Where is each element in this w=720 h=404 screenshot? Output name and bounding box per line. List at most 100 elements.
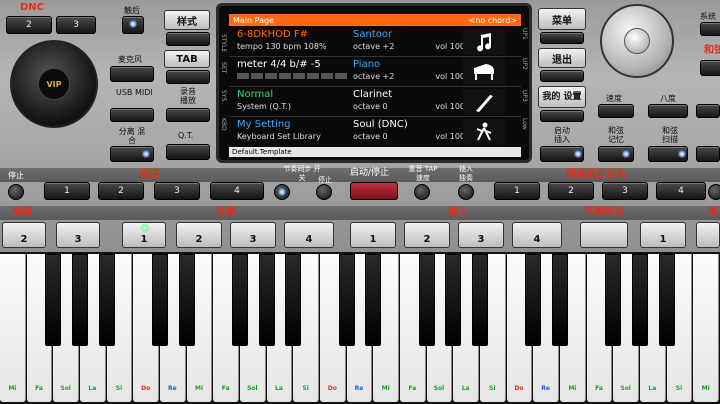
- style-button[interactable]: 样式: [164, 10, 210, 30]
- meter-text: meter 4/4 b/# -5: [237, 59, 321, 70]
- key-note-label: Sol: [60, 385, 71, 392]
- black-key[interactable]: [45, 254, 62, 346]
- my-setting-sub-button[interactable]: [540, 110, 584, 122]
- upper2-vol: vol 100: [435, 72, 465, 81]
- dnc-button-3[interactable]: 3: [56, 16, 96, 34]
- sync-stop-button[interactable]: [316, 184, 332, 200]
- black-key[interactable]: [632, 254, 648, 346]
- lcd-header: Main Page <no chord>: [229, 14, 521, 26]
- key-note-label: Fa: [35, 385, 43, 392]
- black-key[interactable]: [445, 254, 462, 346]
- black-key[interactable]: [258, 254, 275, 346]
- octave-button[interactable]: [648, 104, 688, 118]
- combo-button-4[interactable]: 4: [656, 182, 706, 200]
- combo-button-3[interactable]: 3: [602, 182, 648, 200]
- upper1-octave: octave +2: [353, 42, 395, 51]
- usb-midi-button[interactable]: [110, 108, 154, 122]
- black-key[interactable]: [72, 254, 88, 346]
- black-key[interactable]: [472, 254, 488, 346]
- split-indicator-light: [142, 150, 150, 158]
- intro-button-2[interactable]: 2: [2, 222, 46, 248]
- my-setting-button[interactable]: 我的 设置: [538, 86, 586, 108]
- key-note-label: Re: [541, 385, 550, 392]
- lcd-row-style[interactable]: 6-8DKHOD F# tempo 130 bpm 108% Santoor o…: [229, 27, 521, 57]
- white-key[interactable]: Mi: [693, 254, 719, 402]
- key-note-label: Do: [327, 385, 337, 392]
- stop-button[interactable]: [8, 184, 24, 200]
- black-key[interactable]: [338, 254, 355, 346]
- start-stop-button[interactable]: [350, 182, 398, 200]
- key-note-label: La: [275, 385, 283, 392]
- vip-dial[interactable]: VIP: [10, 40, 98, 128]
- black-key[interactable]: [365, 254, 382, 346]
- lcd-row-sys[interactable]: Normal System (Q.T.) Clarinet octave 0 v…: [229, 87, 521, 117]
- upper2-voice: Piano: [353, 59, 381, 70]
- exit-button[interactable]: 退出: [538, 48, 586, 68]
- black-key[interactable]: [152, 254, 168, 346]
- piano-keyboard[interactable]: Mi Fa Sol La Si Do Re Mi Fa Sol La Si Do Re Mi Fa Sol La S…: [0, 252, 720, 404]
- bass-button-1[interactable]: 1: [44, 182, 90, 200]
- break-button-blank[interactable]: [580, 222, 628, 248]
- lcd-row-kbd[interactable]: My Setting Keyboard Set Library Soul (DN…: [229, 117, 521, 147]
- record-play-label: 录音 播放: [180, 87, 196, 105]
- tab-sub-button[interactable]: [166, 70, 210, 84]
- fill-button[interactable]: [458, 184, 474, 200]
- lcd-row-set[interactable]: meter 4/4 b/# -5 Piano octave +2 vol 100: [229, 57, 521, 87]
- lcd-screen[interactable]: Main Page <no chord> STYLE SET SYS KBD U…: [216, 3, 532, 163]
- lcd-right-label-up2: UP2: [521, 58, 528, 70]
- insert-button-1[interactable]: 1: [350, 222, 396, 248]
- menu-button[interactable]: 菜单: [538, 8, 586, 30]
- black-key[interactable]: [285, 254, 302, 346]
- white-key[interactable]: Mi: [0, 254, 26, 402]
- black-key[interactable]: [605, 254, 622, 346]
- key-note-label: Mi: [8, 385, 17, 392]
- chord-scan-indicator-light: [678, 150, 686, 158]
- key-note-label: Sol: [620, 385, 631, 392]
- ending-button[interactable]: [696, 222, 720, 248]
- lcd-title: Main Page: [233, 15, 275, 25]
- black-key[interactable]: [232, 254, 248, 346]
- black-key[interactable]: [98, 254, 115, 346]
- chord-button[interactable]: [700, 60, 720, 76]
- insert-button-3[interactable]: 3: [458, 222, 504, 248]
- record-play-button[interactable]: [166, 108, 210, 122]
- chord-extra-button[interactable]: [696, 146, 720, 162]
- tab-button[interactable]: TAB: [164, 50, 210, 68]
- key-note-label: Mi: [568, 385, 577, 392]
- menu-sub-button[interactable]: [540, 32, 584, 44]
- break-button-1[interactable]: 1: [640, 222, 686, 248]
- variation-button-2[interactable]: 2: [176, 222, 222, 248]
- key-note-label: Fa: [408, 385, 417, 392]
- system-button[interactable]: [700, 22, 720, 36]
- combo-button-1[interactable]: 1: [494, 182, 540, 200]
- variation-button-3[interactable]: 3: [230, 222, 276, 248]
- bass-label: 铺底: [140, 169, 160, 180]
- mic-label: 麦克风: [118, 55, 142, 64]
- black-key[interactable]: [658, 254, 675, 346]
- aftertouch-indicator-light: [129, 20, 137, 28]
- bass-button-2[interactable]: 2: [98, 182, 144, 200]
- mic-button[interactable]: [110, 66, 154, 82]
- style-sub-button[interactable]: [166, 32, 210, 46]
- variation-button-4[interactable]: 4: [284, 222, 334, 248]
- keyboard-combo-label: 键盘组合音色: [566, 169, 626, 180]
- data-dial[interactable]: [600, 4, 674, 78]
- black-key[interactable]: [525, 254, 542, 346]
- black-key[interactable]: [552, 254, 568, 346]
- tap-button[interactable]: [414, 184, 430, 200]
- dnc-button-2[interactable]: 2: [6, 16, 52, 34]
- bass-button-3[interactable]: 3: [154, 182, 200, 200]
- black-key[interactable]: [418, 254, 435, 346]
- exit-sub-button[interactable]: [540, 70, 584, 82]
- insert-button-4[interactable]: 4: [512, 222, 562, 248]
- black-key[interactable]: [178, 254, 195, 346]
- octave-up-button[interactable]: [696, 104, 720, 118]
- dnc-label: DNC: [20, 2, 45, 13]
- combo-round-button[interactable]: [708, 184, 720, 200]
- combo-button-2[interactable]: 2: [548, 182, 594, 200]
- qt-button[interactable]: [166, 144, 210, 160]
- insert-button-2[interactable]: 2: [404, 222, 450, 248]
- speed-button[interactable]: [598, 104, 634, 118]
- bass-button-4[interactable]: 4: [210, 182, 264, 200]
- intro-button-3[interactable]: 3: [56, 222, 100, 248]
